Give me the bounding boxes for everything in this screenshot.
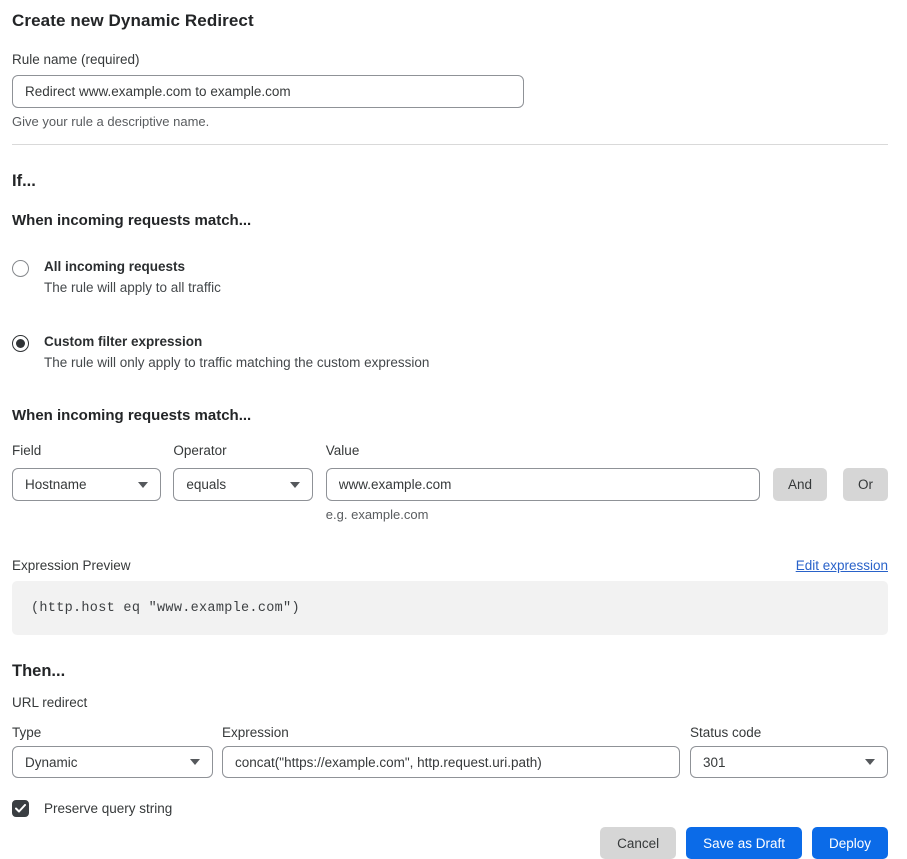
redirect-config-row: Type Dynamic Expression Status code 301 xyxy=(12,725,888,778)
then-heading: Then... xyxy=(12,662,888,681)
create-redirect-form: Create new Dynamic Redirect Rule name (r… xyxy=(0,0,907,859)
radio-option-all-incoming[interactable]: All incoming requests The rule will appl… xyxy=(12,259,888,295)
rule-name-label: Rule name (required) xyxy=(12,52,888,67)
checkmark-icon xyxy=(15,804,26,813)
expression-preview-header: Expression Preview Edit expression xyxy=(12,558,888,573)
status-code-label: Status code xyxy=(690,725,888,740)
value-input[interactable] xyxy=(326,468,760,501)
radio-label-all-incoming: All incoming requests xyxy=(44,259,221,274)
chevron-down-icon xyxy=(865,759,875,765)
cancel-button[interactable]: Cancel xyxy=(600,827,676,859)
if-heading: If... xyxy=(12,172,888,191)
value-label: Value xyxy=(326,443,760,458)
radio-option-custom-filter[interactable]: Custom filter expression The rule will o… xyxy=(12,334,888,370)
radio-desc-custom-filter: The rule will only apply to traffic matc… xyxy=(44,355,429,370)
type-label: Type xyxy=(12,725,213,740)
connector-buttons: And Or xyxy=(773,443,888,501)
or-button[interactable]: Or xyxy=(843,468,888,501)
page-title: Create new Dynamic Redirect xyxy=(12,11,888,31)
status-code-select-value: 301 xyxy=(703,755,726,770)
chevron-down-icon xyxy=(190,759,200,765)
radio-label-custom-filter: Custom filter expression xyxy=(44,334,429,349)
operator-select[interactable]: equals xyxy=(173,468,312,501)
filter-match-heading: When incoming requests match... xyxy=(12,407,888,424)
edit-expression-link[interactable]: Edit expression xyxy=(796,558,888,573)
save-as-draft-button[interactable]: Save as Draft xyxy=(686,827,802,859)
expression-label: Expression xyxy=(222,725,680,740)
rule-name-help: Give your rule a descriptive name. xyxy=(12,114,888,129)
expression-preview-label: Expression Preview xyxy=(12,558,131,573)
radio-button-all-incoming[interactable] xyxy=(12,260,29,277)
match-heading: When incoming requests match... xyxy=(12,212,888,229)
chevron-down-icon xyxy=(138,482,148,488)
chevron-down-icon xyxy=(290,482,300,488)
type-select[interactable]: Dynamic xyxy=(12,746,213,778)
footer-actions: Cancel Save as Draft Deploy xyxy=(12,827,888,859)
status-code-select[interactable]: 301 xyxy=(690,746,888,778)
field-select-value: Hostname xyxy=(25,477,87,492)
redirect-expression-input[interactable] xyxy=(222,746,680,778)
filter-builder-row: Field Hostname Operator equals Value e.g… xyxy=(12,443,888,522)
type-select-value: Dynamic xyxy=(25,755,78,770)
section-divider xyxy=(12,144,888,145)
url-redirect-label: URL redirect xyxy=(12,695,888,710)
field-label: Field xyxy=(12,443,161,458)
deploy-button[interactable]: Deploy xyxy=(812,827,888,859)
rule-name-input[interactable] xyxy=(12,75,524,108)
radio-button-custom-filter[interactable] xyxy=(12,335,29,352)
operator-label: Operator xyxy=(173,443,312,458)
preserve-query-checkbox[interactable] xyxy=(12,800,29,817)
operator-select-value: equals xyxy=(186,477,226,492)
preserve-query-label: Preserve query string xyxy=(44,801,172,816)
expression-preview-code: (http.host eq "www.example.com") xyxy=(12,581,888,635)
preserve-query-row[interactable]: Preserve query string xyxy=(12,800,888,817)
radio-desc-all-incoming: The rule will apply to all traffic xyxy=(44,280,221,295)
value-help: e.g. example.com xyxy=(326,507,760,522)
field-select[interactable]: Hostname xyxy=(12,468,161,501)
and-button[interactable]: And xyxy=(773,468,827,501)
